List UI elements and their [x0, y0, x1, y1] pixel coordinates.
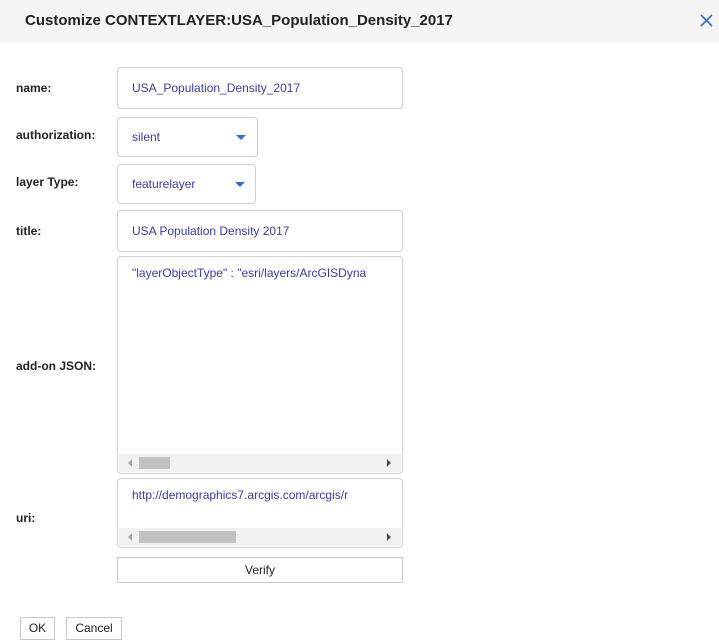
authorization-selected-value: silent: [132, 130, 161, 144]
addon-json-horizontal-scrollbar[interactable]: [119, 454, 401, 472]
cancel-button[interactable]: Cancel: [66, 617, 122, 640]
dialog-title: Customize CONTEXTLAYER:USA_Population_De…: [25, 12, 453, 29]
close-button[interactable]: [695, 6, 719, 34]
uri-label: uri:: [16, 511, 36, 525]
ok-button[interactable]: OK: [20, 617, 55, 640]
scroll-left-arrow-icon[interactable]: [128, 459, 132, 467]
caret-down-icon: [236, 135, 246, 140]
scroll-right-arrow-icon[interactable]: [387, 459, 391, 467]
uri-textarea[interactable]: http://demographics7.arcgis.com/arcgis/r: [117, 478, 403, 548]
scrollbar-thumb[interactable]: [139, 457, 170, 469]
name-label: name:: [16, 81, 52, 95]
addon-json-textarea[interactable]: "layerObjectType" : "esri/layers/ArcGISD…: [117, 256, 403, 474]
title-label: title:: [16, 224, 42, 238]
verify-button[interactable]: Verify: [117, 557, 403, 583]
layer-type-label: layer Type:: [16, 175, 79, 189]
dialog-header: Customize CONTEXTLAYER:USA_Population_De…: [0, 0, 719, 42]
addon-json-text: "layerObjectType" : "esri/layers/ArcGISD…: [132, 266, 367, 280]
uri-horizontal-scrollbar[interactable]: [119, 528, 401, 546]
scroll-left-arrow-icon[interactable]: [128, 533, 132, 541]
addon-json-label: add-on JSON:: [16, 359, 96, 373]
authorization-select[interactable]: silent: [117, 117, 258, 157]
authorization-label: authorization:: [16, 128, 96, 142]
scroll-right-arrow-icon[interactable]: [387, 533, 391, 541]
uri-text: http://demographics7.arcgis.com/arcgis/r: [132, 488, 349, 502]
scrollbar-thumb[interactable]: [139, 531, 236, 543]
layer-type-selected-value: featurelayer: [132, 177, 196, 191]
title-input[interactable]: [117, 210, 403, 252]
name-input[interactable]: [117, 67, 403, 109]
close-icon: [700, 14, 713, 27]
layer-type-select[interactable]: featurelayer: [117, 164, 256, 204]
caret-down-icon: [235, 182, 245, 187]
